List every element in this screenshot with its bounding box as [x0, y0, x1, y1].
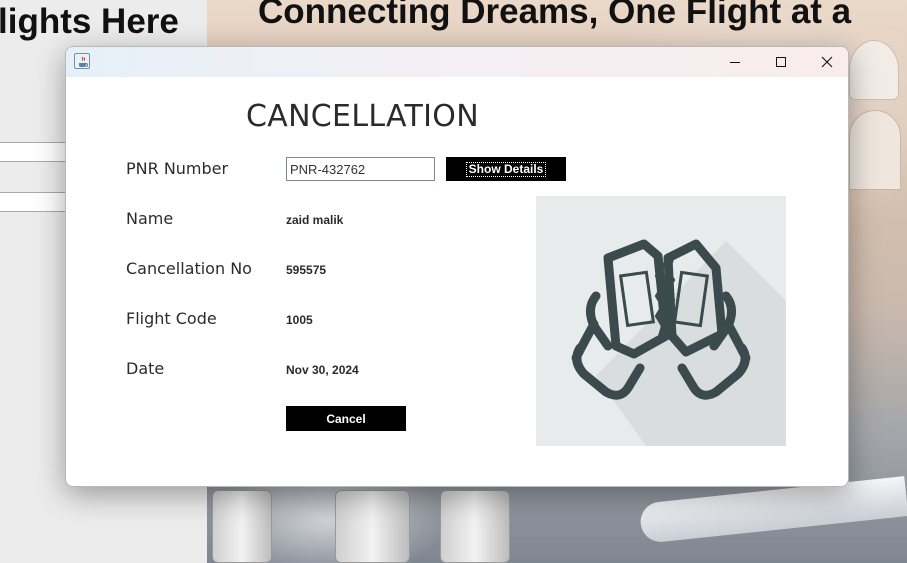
maximize-button[interactable]: [758, 47, 804, 77]
cancellation-no-value: 595575: [286, 263, 327, 277]
maximize-icon: [776, 57, 786, 67]
minimize-button[interactable]: [712, 47, 758, 77]
show-details-label: Show Details: [465, 161, 547, 177]
java-cup-icon: [74, 53, 90, 69]
name-value: zaid malik: [286, 213, 344, 227]
close-button[interactable]: [804, 47, 848, 77]
flight-code-value: 1005: [286, 313, 313, 327]
name-label: Name: [126, 209, 174, 228]
torn-ticket-hands-icon: [571, 239, 786, 446]
background-suitcase: [212, 490, 272, 563]
background-arch: [849, 110, 901, 190]
cancel-button[interactable]: Cancel: [286, 406, 406, 431]
minimize-icon: [730, 62, 740, 63]
date-label: Date: [126, 359, 165, 378]
background-suitcase: [440, 490, 510, 563]
pnr-label: PNR Number: [126, 159, 229, 178]
cancellation-illustration: [536, 196, 786, 446]
date-value: Nov 30, 2024: [286, 363, 359, 377]
background-heading-right: Connecting Dreams, One Flight at a: [258, 0, 852, 31]
cancellation-window: CANCELLATION PNR Number Show Details Nam…: [65, 46, 849, 487]
cancellation-no-label: Cancellation No: [126, 259, 252, 278]
background-suitcase: [335, 490, 410, 563]
show-details-button[interactable]: Show Details: [446, 157, 566, 181]
title-bar[interactable]: [66, 47, 848, 77]
page-title: CANCELLATION: [246, 99, 479, 134]
flight-code-label: Flight Code: [126, 309, 217, 328]
pnr-input[interactable]: [286, 157, 435, 181]
background-input-field[interactable]: [0, 142, 66, 162]
background-dome: [849, 40, 899, 100]
close-icon: [821, 56, 833, 68]
background-input-field[interactable]: [0, 192, 66, 212]
background-heading-left: lights Here: [0, 2, 179, 41]
